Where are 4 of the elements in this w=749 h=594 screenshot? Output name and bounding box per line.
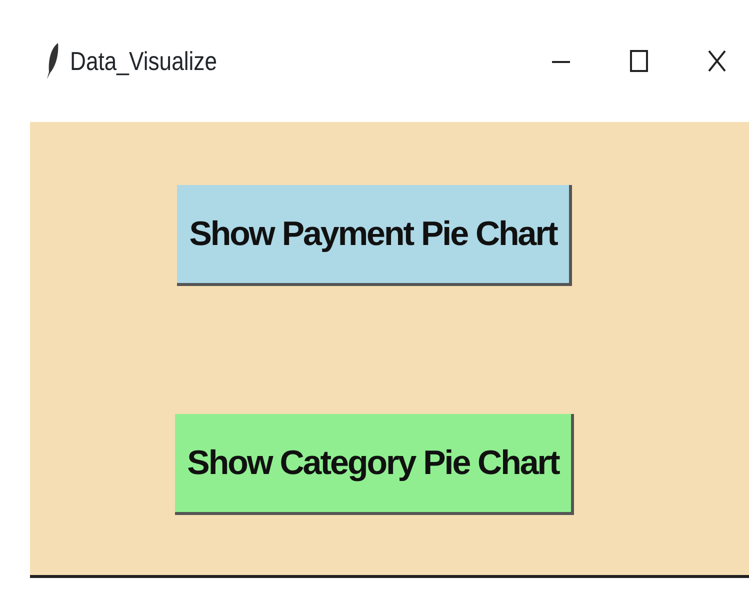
window-title: Data_Visualize <box>70 44 218 78</box>
feather-icon <box>46 42 60 80</box>
chart-button[interactable]: Show Payment Pie Chart <box>177 185 572 286</box>
chart-button[interactable]: Show Category Pie Chart <box>175 414 574 515</box>
